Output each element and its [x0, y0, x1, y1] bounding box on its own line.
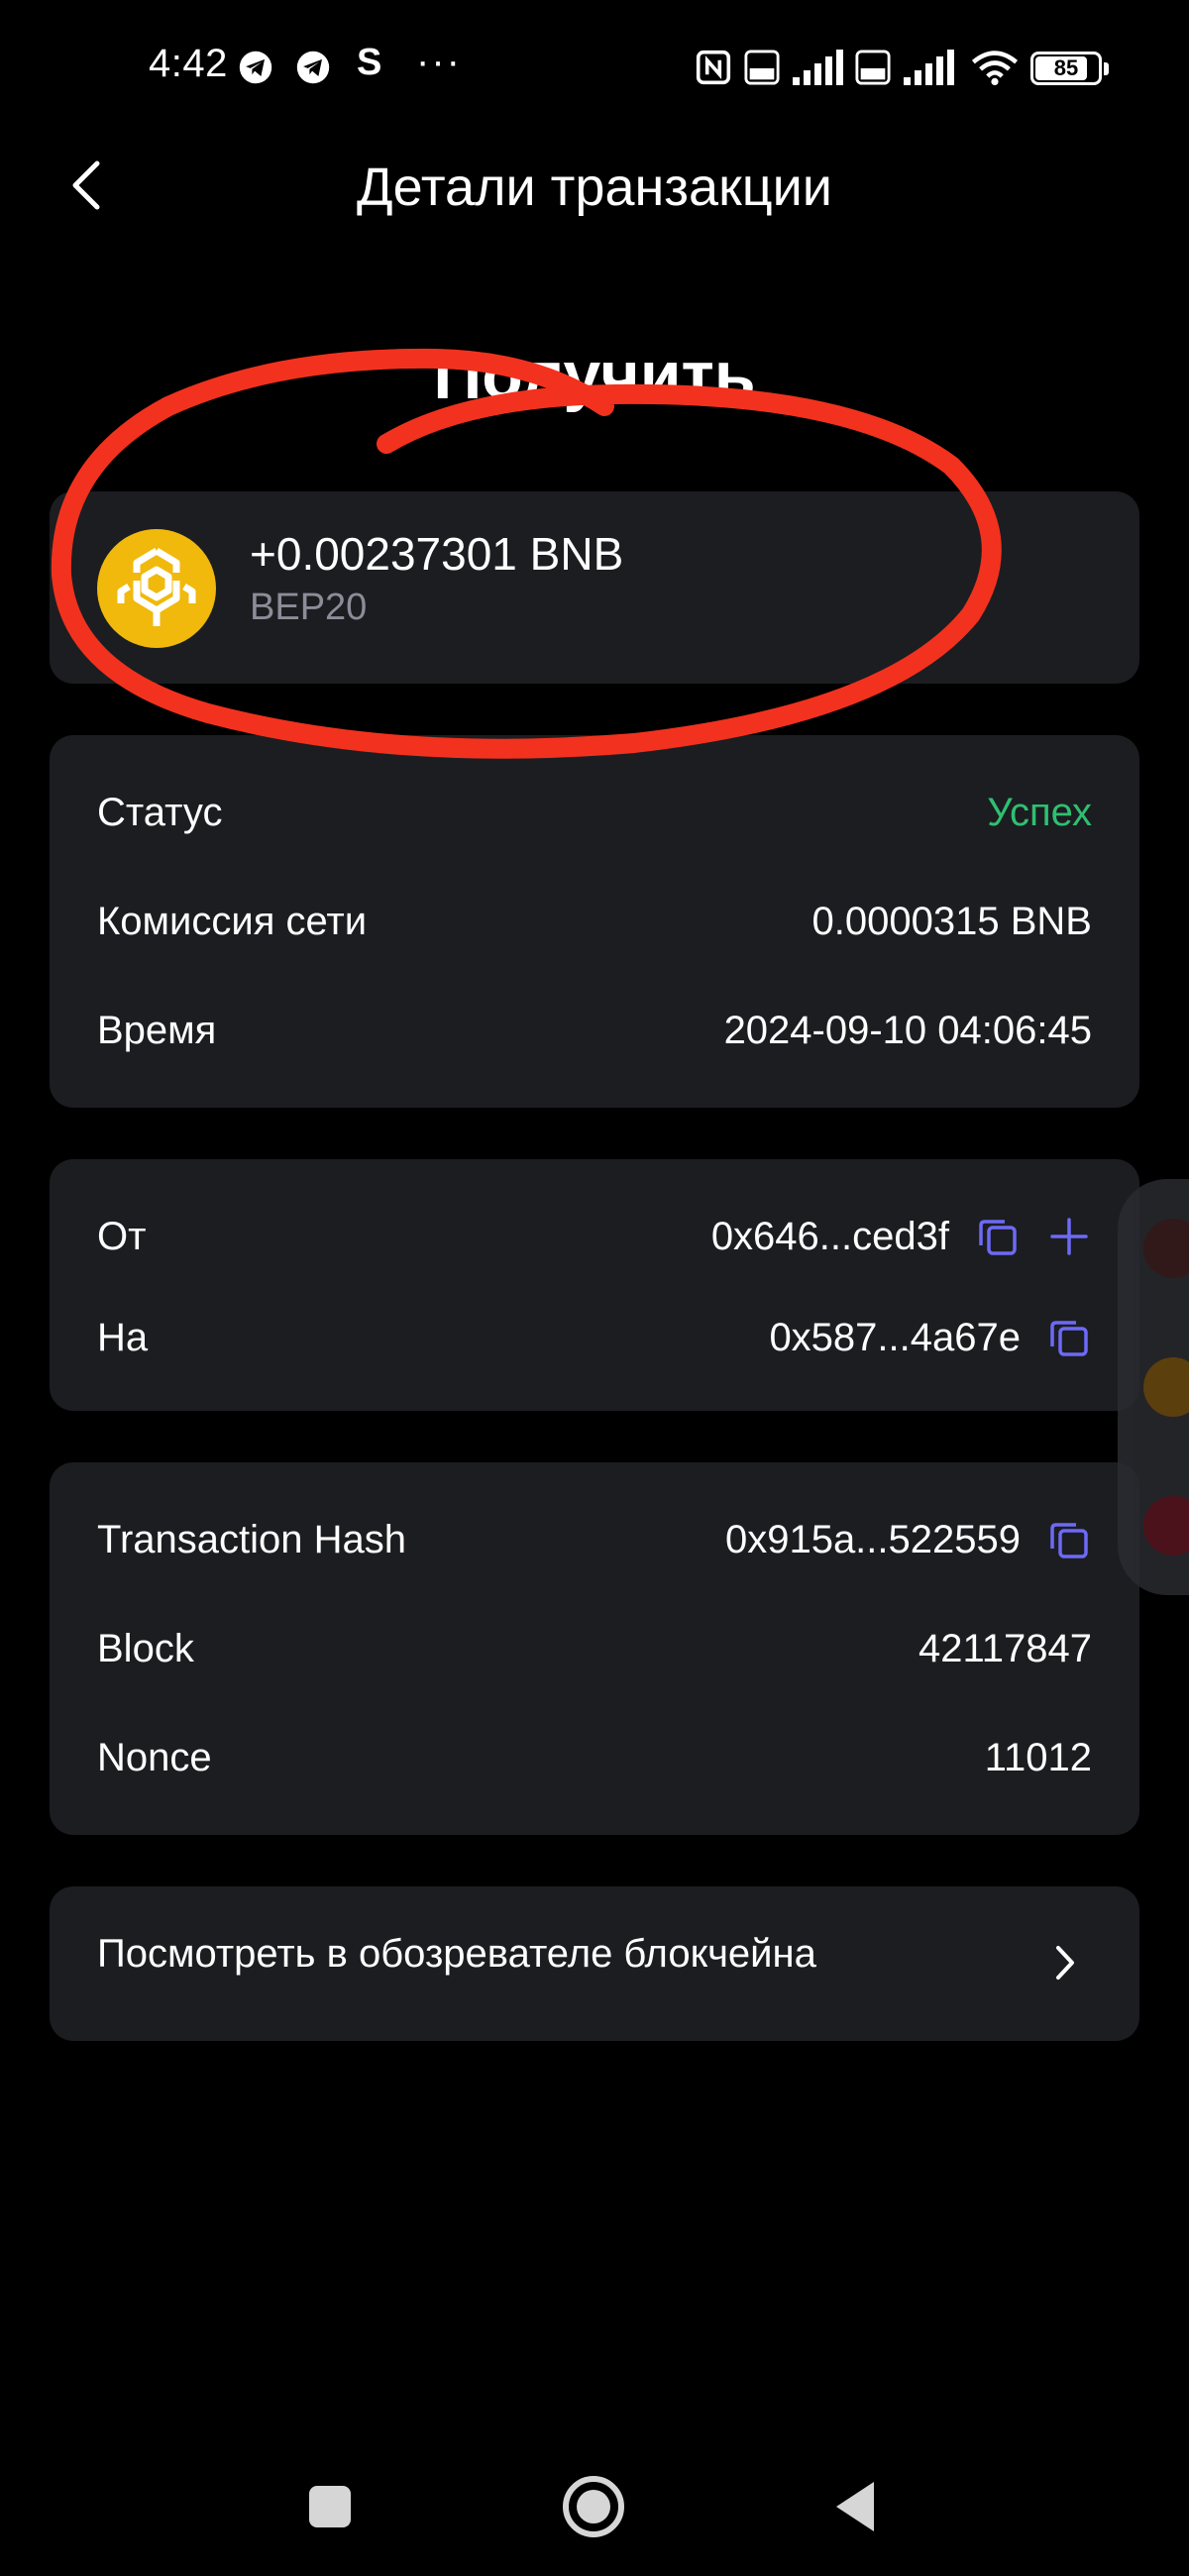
- to-value-group: 0x587...4a67e: [769, 1315, 1092, 1360]
- block-row: Block 42117847: [97, 1619, 1092, 1678]
- nfc-icon: [696, 50, 731, 85]
- floating-app-dock[interactable]: [1118, 1179, 1189, 1595]
- asset-card: +0.00237301 BNB BEP20: [50, 491, 1139, 684]
- wifi-icon: [971, 51, 1019, 85]
- volte-icon: [744, 50, 780, 85]
- network-label: BEP20: [250, 587, 368, 628]
- addresses-card: От 0x646...ced3f На 0x587...4a67e: [50, 1159, 1139, 1411]
- more-notifications-icon: ···: [416, 40, 462, 83]
- page-title: Детали транзакции: [357, 158, 832, 217]
- app-shortcut-icon[interactable]: [1143, 1357, 1189, 1417]
- time-value: 2024-09-10 04:06:45: [723, 1008, 1092, 1052]
- fee-value: 0.0000315 BNB: [811, 899, 1092, 943]
- fee-label: Комиссия сети: [97, 899, 368, 943]
- nonce-label: Nonce: [97, 1735, 212, 1779]
- telegram-icon: [239, 51, 272, 84]
- copy-icon: [979, 1220, 1017, 1255]
- plus-icon: [1050, 1218, 1088, 1255]
- copy-icon: [1050, 1523, 1088, 1558]
- home-circle-icon: [563, 2476, 624, 2537]
- volte-icon: [855, 50, 891, 85]
- status-time: 4:42: [149, 42, 228, 85]
- status-value: Успех: [987, 790, 1092, 834]
- hash-value-group: 0x915a...522559: [725, 1517, 1092, 1562]
- fee-row: Комиссия сети 0.0000315 BNB: [97, 892, 1092, 951]
- to-address: 0x587...4a67e: [769, 1315, 1021, 1359]
- from-value-group: 0x646...ced3f: [711, 1214, 1092, 1259]
- nonce-row: Nonce 11012: [97, 1728, 1092, 1787]
- back-nav-button[interactable]: [822, 2472, 892, 2541]
- battery-icon: 85: [1030, 52, 1109, 85]
- chevron-right-icon: [1056, 1946, 1074, 1980]
- time-row: Время 2024-09-10 04:06:45: [97, 1001, 1092, 1060]
- view-in-explorer-button[interactable]: Посмотреть в обозревателе блокчейна: [50, 1886, 1139, 2041]
- from-row: От 0x646...ced3f: [97, 1207, 1092, 1266]
- copy-icon: [1050, 1321, 1088, 1356]
- recents-button[interactable]: [295, 2472, 365, 2541]
- triangle-back-icon: [836, 2482, 874, 2531]
- home-button[interactable]: [559, 2472, 628, 2541]
- from-label: От: [97, 1214, 147, 1258]
- signal-icon: [904, 50, 954, 85]
- status-bar: 4:42 S ··· 85: [0, 0, 1189, 139]
- block-label: Block: [97, 1626, 194, 1670]
- add-contact-button[interactable]: [1046, 1214, 1092, 1259]
- copy-from-button[interactable]: [975, 1214, 1021, 1259]
- to-label: На: [97, 1315, 149, 1359]
- hash-label: Transaction Hash: [97, 1517, 406, 1561]
- transaction-type: Получить: [433, 338, 756, 413]
- battery-percent: 85: [1053, 55, 1079, 80]
- transaction-amount: +0.00237301 BNB: [250, 528, 624, 580]
- hash-value: 0x915a...522559: [724, 1517, 1021, 1561]
- to-row: На 0x587...4a67e: [97, 1308, 1092, 1367]
- app-shortcut-icon[interactable]: [1143, 1496, 1189, 1556]
- transaction-info-card: Статус Успех Комиссия сети 0.0000315 BNB…: [50, 735, 1139, 1108]
- nonce-value: 11012: [984, 1735, 1092, 1779]
- copy-to-button[interactable]: [1046, 1315, 1092, 1360]
- copy-hash-button[interactable]: [1046, 1517, 1092, 1562]
- square-icon: [309, 2486, 351, 2527]
- from-address: 0x646...ced3f: [710, 1214, 949, 1258]
- explorer-label: Посмотреть в обозревателе блокчейна: [97, 1932, 816, 1976]
- telegram-icon: [296, 51, 330, 84]
- bnb-logo-icon: [97, 529, 216, 648]
- status-label: Статус: [97, 790, 223, 834]
- app-shortcut-icon[interactable]: [1143, 1219, 1189, 1278]
- s-notification-icon: S: [357, 42, 382, 83]
- hash-row: Transaction Hash 0x915a...522559: [97, 1510, 1092, 1569]
- signal-icon: [793, 50, 843, 85]
- chain-info-card: Transaction Hash 0x915a...522559 Block 4…: [50, 1462, 1139, 1835]
- block-value: 42117847: [919, 1626, 1092, 1670]
- time-label: Время: [97, 1008, 217, 1052]
- status-row: Статус Успех: [97, 783, 1092, 842]
